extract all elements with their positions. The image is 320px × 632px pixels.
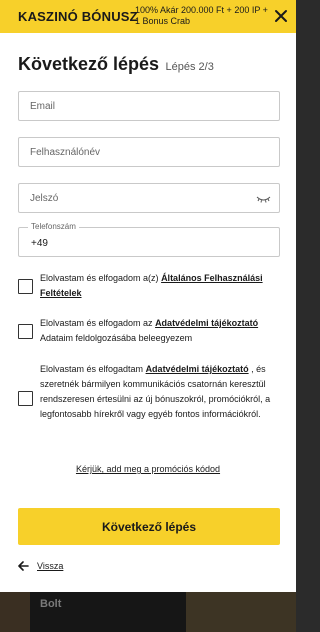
privacy-checkbox[interactable] — [18, 324, 33, 339]
terms-text: Elolvastam és elfogadom a(z) Általános F… — [40, 273, 263, 298]
consent-terms: Elolvastam és elfogadom a(z) Általános F… — [18, 271, 280, 303]
marketing-text: Elolvastam és elfogadtam Adatvédelmi táj… — [40, 364, 271, 419]
phone-value[interactable]: +49 — [31, 238, 48, 249]
password-field-wrapper — [18, 183, 280, 213]
privacy-text: Elolvastam és elfogadom az Adatvédelmi t… — [40, 318, 259, 343]
close-icon[interactable] — [273, 8, 289, 24]
registration-modal: KASZINÓ BÓNUSZ 100% Akár 200.000 Ft + 20… — [0, 0, 296, 592]
username-field[interactable] — [19, 138, 279, 166]
footer-decoration-right — [186, 592, 296, 632]
terms-checkbox[interactable] — [18, 279, 33, 294]
page-title: Következő lépés — [18, 54, 160, 74]
footer-decoration — [0, 592, 30, 632]
step-indicator: Lépés 2/3 — [165, 61, 214, 73]
bonus-offer-line1: 100% Akár 200.000 Ft + 200 IP + — [135, 5, 268, 15]
bottom-navigation: Bolt — [0, 592, 296, 632]
email-field[interactable] — [19, 92, 279, 120]
username-field-wrapper — [18, 137, 280, 167]
nav-item-shop[interactable]: Bolt — [40, 598, 61, 610]
marketing-privacy-link[interactable]: Adatvédelmi tájékoztató — [146, 364, 249, 374]
privacy-link[interactable]: Adatvédelmi tájékoztató — [155, 318, 258, 328]
eye-icon[interactable] — [256, 194, 271, 204]
back-link[interactable]: Vissza — [18, 560, 63, 572]
back-arrow-icon — [18, 561, 29, 571]
marketing-checkbox[interactable] — [18, 391, 33, 406]
email-field-wrapper — [18, 91, 280, 121]
bonus-offer: 100% Akár 200.000 Ft + 200 IP + 1 Bonus … — [135, 5, 275, 27]
page-heading: Következő lépés Lépés 2/3 — [18, 54, 214, 75]
consent-marketing: Elolvastam és elfogadtam Adatvédelmi táj… — [18, 362, 280, 438]
promo-code-link[interactable]: Kérjük, add meg a promóciós kódod — [0, 464, 296, 474]
bonus-title: KASZINÓ BÓNUSZ — [18, 9, 138, 24]
bonus-offer-line2: 1 Bonus Crab — [135, 16, 191, 26]
password-field[interactable] — [19, 184, 279, 212]
phone-label: Telefonszám — [28, 222, 79, 231]
bonus-banner: KASZINÓ BÓNUSZ 100% Akár 200.000 Ft + 20… — [0, 0, 296, 33]
next-step-button[interactable]: Következő lépés — [18, 508, 280, 545]
back-label: Vissza — [37, 561, 64, 571]
phone-field[interactable]: Telefonszám +49 — [18, 222, 280, 257]
consent-privacy: Elolvastam és elfogadom az Adatvédelmi t… — [18, 316, 280, 348]
